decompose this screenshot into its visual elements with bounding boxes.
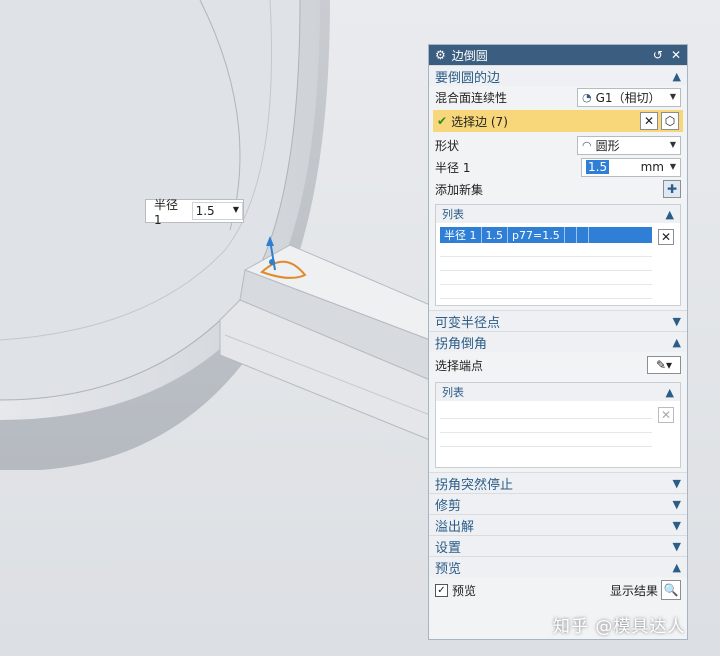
- list-cell: p77=1.5: [508, 227, 565, 243]
- select-edge-row[interactable]: ✔ 选择边 (7) ✕ ⬡: [433, 110, 683, 132]
- continuity-value: G1（相切）: [595, 90, 661, 105]
- select-endpoint-label: 选择端点: [435, 358, 484, 373]
- shape-label: 形状: [435, 138, 460, 153]
- edge-blend-dialog: ⚙ 边倒圆 ↺ ✕ 要倒圆的边 ▲ 混合面连续性 ◔ G1（相切） ▼ ✔ 选择…: [428, 44, 688, 640]
- chevron-down-icon: ▼: [669, 91, 676, 101]
- chevron-down-icon: ▼: [672, 476, 681, 490]
- preview-checkbox[interactable]: ✓: [435, 583, 448, 597]
- section-overflow-title: 溢出解: [435, 519, 475, 535]
- floating-radius-field[interactable]: 半径 1 1.5 ▼: [145, 198, 244, 227]
- corner-list: 列表 ▲ ✕: [435, 382, 681, 468]
- chevron-down-icon: ▼: [672, 497, 681, 511]
- clear-selection-button[interactable]: ✕: [640, 112, 658, 130]
- corner-list-header[interactable]: 列表 ▲: [436, 383, 680, 401]
- chevron-up-icon: ▲: [665, 385, 674, 399]
- add-set-button[interactable]: ✚: [663, 180, 681, 198]
- section-corner-title: 拐角倒角: [435, 336, 488, 352]
- watermark: 知乎 @模具达人: [553, 617, 686, 637]
- section-corner-header[interactable]: 拐角倒角 ▲: [429, 331, 687, 352]
- continuity-select[interactable]: ◔ G1（相切） ▼: [577, 87, 681, 107]
- section-overflow-header[interactable]: 溢出解 ▼: [429, 514, 687, 535]
- section-stop-title: 拐角突然停止: [435, 477, 514, 493]
- chevron-down-icon: ▼: [669, 161, 676, 171]
- floating-radius-label: 半径 1: [154, 197, 179, 227]
- checkmark-icon: ✔: [437, 114, 448, 128]
- corner-list-title: 列表: [442, 386, 464, 399]
- chevron-down-icon: ▼: [672, 314, 681, 328]
- chevron-down-icon: ▼: [232, 205, 239, 214]
- radius-row: 半径 1 1.5 mm ▼: [429, 156, 687, 178]
- close-icon[interactable]: ✕: [671, 48, 681, 62]
- radius-unit: mm: [640, 160, 664, 174]
- chevron-up-icon: ▲: [672, 560, 681, 574]
- section-edges-title: 要倒圆的边: [435, 70, 501, 86]
- dialog-titlebar: ⚙ 边倒圆 ↺ ✕: [429, 45, 687, 65]
- preview-row: ✓ 预览 显示结果 🔍: [429, 577, 687, 603]
- section-preview-title: 预览: [435, 561, 462, 577]
- section-edges-header[interactable]: 要倒圆的边 ▲: [429, 65, 687, 86]
- list-item[interactable]: 半径 1 1.5 p77=1.5: [440, 227, 652, 243]
- list-cell: 半径 1: [440, 227, 482, 243]
- radius-list: 列表 ▲ 半径 1 1.5 p77=1.5 ✕: [435, 204, 681, 306]
- radius-list-title: 列表: [442, 208, 464, 221]
- shape-value: 圆形: [595, 138, 620, 153]
- add-set-label: 添加新集: [435, 182, 484, 197]
- section-variable-header[interactable]: 可变半径点 ▼: [429, 310, 687, 331]
- dialog-title: 边倒圆: [451, 48, 488, 63]
- remove-item-button[interactable]: ✕: [658, 407, 674, 423]
- select-edge-label: 选择边 (7): [451, 114, 508, 129]
- shape-select[interactable]: ◠ 圆形 ▼: [577, 135, 681, 155]
- cube-icon[interactable]: ⬡: [661, 112, 679, 130]
- chevron-up-icon: ▲: [665, 207, 674, 221]
- preview-label: 预览: [452, 583, 477, 598]
- tangent-icon: ◔: [582, 90, 592, 104]
- radius-list-header[interactable]: 列表 ▲: [436, 205, 680, 223]
- section-preview-header[interactable]: 预览 ▲: [429, 556, 687, 577]
- shape-row: 形状 ◠ 圆形 ▼: [429, 134, 687, 156]
- endpoint-picker-icon[interactable]: ✎▾: [647, 356, 681, 374]
- chevron-down-icon: ▼: [672, 518, 681, 532]
- section-trim-header[interactable]: 修剪 ▼: [429, 493, 687, 514]
- section-variable-title: 可变半径点: [435, 315, 501, 331]
- select-endpoint-row: 选择端点 ✎▾: [429, 352, 687, 378]
- section-settings-title: 设置: [435, 540, 462, 556]
- magnifier-icon[interactable]: 🔍: [661, 580, 681, 600]
- show-result-label: 显示结果: [609, 583, 658, 598]
- continuity-row: 混合面连续性 ◔ G1（相切） ▼: [429, 86, 687, 108]
- list-cell: 1.5: [482, 227, 508, 243]
- section-trim-title: 修剪: [435, 498, 462, 514]
- continuity-label: 混合面连续性: [435, 90, 508, 105]
- gear-icon: ⚙: [435, 48, 446, 62]
- chevron-down-icon: ▼: [672, 539, 681, 553]
- section-stop-header[interactable]: 拐角突然停止 ▼: [429, 472, 687, 493]
- section-settings-header[interactable]: 设置 ▼: [429, 535, 687, 556]
- remove-item-button[interactable]: ✕: [658, 229, 674, 245]
- add-set-row: 添加新集 ✚: [429, 178, 687, 200]
- radius-label: 半径 1: [435, 160, 471, 175]
- floating-radius-value: 1.5: [195, 204, 215, 218]
- floating-radius-input[interactable]: 1.5 ▼: [191, 202, 243, 220]
- arc-icon: ◠: [582, 138, 592, 152]
- chevron-up-icon: ▲: [672, 335, 681, 349]
- reset-icon[interactable]: ↺: [653, 48, 663, 62]
- chevron-down-icon: ▼: [669, 139, 676, 149]
- radius-value: 1.5: [586, 160, 610, 174]
- radius-input[interactable]: 1.5 mm ▼: [581, 157, 681, 177]
- chevron-up-icon: ▲: [672, 69, 681, 83]
